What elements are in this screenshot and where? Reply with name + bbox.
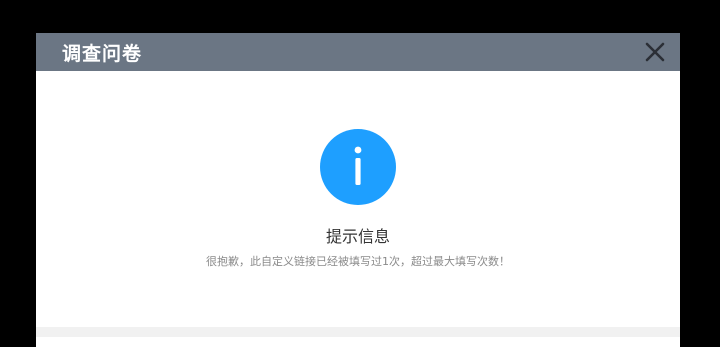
- info-icon: [320, 129, 396, 205]
- close-button[interactable]: [644, 41, 666, 63]
- dialog-title: 调查问卷: [62, 42, 143, 65]
- notice-message: 很抱歉，此自定义链接已经被填写过1次，超过最大填写次数！: [206, 255, 510, 268]
- survey-dialog: 调查问卷 提示信息 很抱歉，此自定义链接已经被填写过1次，超过最大填写次数！: [36, 33, 680, 347]
- dialog-titlebar: 调查问卷: [36, 33, 680, 71]
- dialog-footer: [36, 327, 680, 337]
- dialog-content: 提示信息 很抱歉，此自定义链接已经被填写过1次，超过最大填写次数！: [36, 71, 680, 337]
- close-icon: [645, 42, 665, 62]
- notice-heading: 提示信息: [325, 227, 390, 246]
